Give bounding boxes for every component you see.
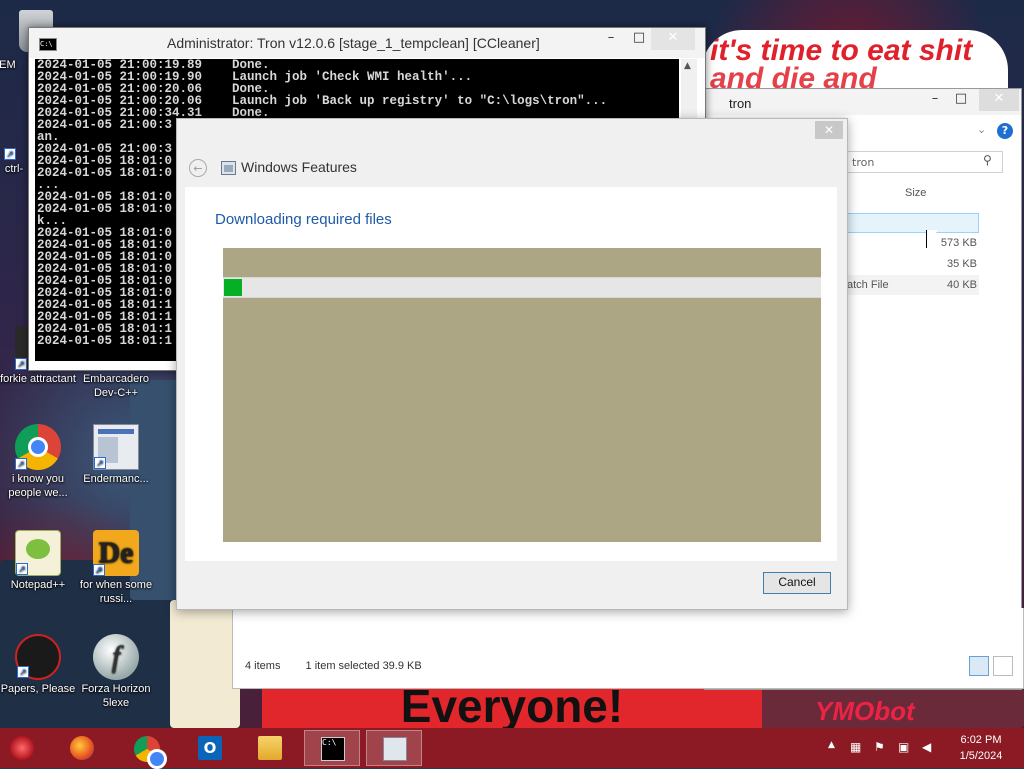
dialog-title: Windows Features xyxy=(241,159,357,175)
chevron-down-icon[interactable]: ⌄ xyxy=(977,123,986,136)
file-row-size: 40 KB xyxy=(947,279,977,291)
desktop-icon-enderman[interactable]: ↗ Endermanc... xyxy=(78,424,154,486)
explorer-title: tron xyxy=(729,96,752,111)
desktop-icon-label: ctrl- xyxy=(4,163,24,175)
desktop-icon-label: forkie attractant xyxy=(0,373,76,385)
close-button[interactable]: ✕ xyxy=(979,89,1019,111)
explorer-status-area: 4 items 1 item selected 39.9 KB xyxy=(232,608,1024,689)
search-icon: ⚲ xyxy=(983,153,992,167)
taskbar-clock[interactable]: 6:02 PM 1/5/2024 xyxy=(946,732,1016,764)
app-icon: ↗ xyxy=(4,146,24,160)
de-icon: De ↗ xyxy=(93,530,139,576)
windows-features-icon xyxy=(383,737,407,761)
desktop-icon-label: Embarcadero Dev-C++ xyxy=(82,373,150,399)
file-row[interactable]: atch File 40 KB xyxy=(847,275,979,295)
explorer-status-bar: 4 items 1 item selected 39.9 KB xyxy=(245,660,444,672)
taskbar-chrome[interactable] xyxy=(118,730,174,769)
outlook-icon: O xyxy=(198,736,222,760)
start-button[interactable] xyxy=(2,730,58,766)
file-row[interactable]: 35 KB xyxy=(847,254,979,274)
tray-network-icon[interactable]: ▦ xyxy=(850,740,861,754)
windows-features-icon xyxy=(221,161,236,175)
taskbar-cmd[interactable]: C:\ xyxy=(304,730,360,766)
clock-date: 1/5/2024 xyxy=(959,750,1003,762)
close-button[interactable]: ✕ xyxy=(815,121,843,139)
windows-features-dialog[interactable]: ✕ ← Windows Features Downloading require… xyxy=(176,118,848,610)
chrome-icon xyxy=(134,736,167,769)
papers-please-icon: ↗ xyxy=(15,634,61,680)
dialog-heading: Downloading required files xyxy=(215,211,392,228)
back-arrow-icon[interactable]: ← xyxy=(189,159,207,177)
shortcut-arrow-icon: ↗ xyxy=(16,563,28,575)
shortcut-arrow-icon: ↗ xyxy=(17,666,29,678)
tray-device-icon[interactable]: ▣ xyxy=(898,740,909,754)
taskbar-outlook[interactable]: O xyxy=(182,730,238,766)
wallpaper-tag: YMObot xyxy=(815,696,915,726)
desktop-icon-label: for when some russi... xyxy=(79,579,153,605)
shortcut-arrow-icon: ↗ xyxy=(15,358,27,370)
file-row[interactable] xyxy=(847,213,979,233)
desktop-icon-label: Endermanc... xyxy=(83,473,149,485)
large-icons-view-icon[interactable] xyxy=(993,656,1013,676)
start-orb-icon xyxy=(10,736,34,760)
close-button[interactable]: ✕ xyxy=(651,28,695,50)
console-titlebar[interactable]: C:\ Administrator: Tron v12.0.6 [stage_1… xyxy=(29,28,705,58)
window-icon: ↗ xyxy=(93,424,139,470)
desktop-icon-de[interactable]: De ↗ for when some russi... xyxy=(78,530,154,606)
desktop-icon-label: Forza Horizon 5lexe xyxy=(81,683,151,709)
desktop-icon-chrome[interactable]: ↗ i know you people we... xyxy=(0,424,76,500)
details-view-icon[interactable] xyxy=(969,656,989,676)
taskbar-windows-features[interactable] xyxy=(366,730,422,766)
console-title: Administrator: Tron v12.0.6 [stage_1_tem… xyxy=(167,35,540,51)
wallpaper-shape xyxy=(170,600,240,728)
taskbar-file-explorer[interactable] xyxy=(242,730,298,766)
progress-bar xyxy=(223,277,821,298)
scroll-up-icon[interactable]: ▲ xyxy=(684,61,691,71)
volume-muted-icon[interactable]: ◀ xyxy=(922,740,931,754)
explorer-titlebar[interactable]: tron – □ ✕ xyxy=(705,89,1021,115)
mouse-cursor-icon xyxy=(926,230,938,248)
tray-overflow-icon[interactable]: ▲ xyxy=(828,740,835,750)
flag-icon[interactable]: ⚑ xyxy=(874,740,885,754)
desktop-icon-label: Notepad++ xyxy=(10,579,66,591)
flash-icon: f xyxy=(93,634,139,680)
desktop-icon-papers-please[interactable]: ↗ Papers, Please xyxy=(0,634,76,696)
desktop-icon-label: Papers, Please xyxy=(0,683,76,695)
desktop-icon-notepadpp[interactable]: ↗ Notepad++ xyxy=(0,530,76,592)
cmd-icon: C:\ xyxy=(39,38,57,51)
shortcut-arrow-icon: ↗ xyxy=(94,457,106,469)
progress-fill xyxy=(224,279,242,296)
clock-time: 6:02 PM xyxy=(960,734,1002,746)
taskbar-firefox[interactable] xyxy=(54,730,110,766)
desktop-icon-label: MEM xyxy=(0,59,16,71)
desktop-icon-forza[interactable]: f Forza Horizon 5lexe xyxy=(78,634,154,710)
file-explorer-icon xyxy=(258,736,282,760)
status-item-count: 4 items xyxy=(245,660,281,672)
file-row-name: atch File xyxy=(847,279,889,291)
desktop-icon-label: i know you people we... xyxy=(8,473,68,499)
file-row-size: 35 KB xyxy=(947,258,977,270)
cancel-button[interactable]: Cancel xyxy=(763,572,831,594)
file-row[interactable]: 573 KB xyxy=(847,233,979,253)
help-icon[interactable]: ? xyxy=(997,123,1013,139)
chrome-icon: ↗ xyxy=(15,424,61,470)
shortcut-arrow-icon: ↗ xyxy=(93,564,105,576)
shortcut-arrow-icon: ↗ xyxy=(15,458,27,470)
notepadpp-icon: ↗ xyxy=(15,530,61,576)
column-header-size[interactable]: Size xyxy=(905,187,926,199)
wallpaper-banner-bottom: Everyone! xyxy=(262,684,762,728)
taskbar: O C:\ ▲ ▦ ⚑ ▣ ◀ 6:02 PM 1/5/2024 xyxy=(0,728,1024,769)
search-input[interactable]: tron xyxy=(847,151,1003,173)
firefox-icon xyxy=(70,736,94,760)
shortcut-arrow-icon: ↗ xyxy=(4,148,16,160)
status-selection: 1 item selected 39.9 KB xyxy=(305,660,422,672)
cmd-icon: C:\ xyxy=(321,737,345,761)
file-row-size: 573 KB xyxy=(940,237,977,249)
maximize-button[interactable]: □ xyxy=(945,89,977,111)
